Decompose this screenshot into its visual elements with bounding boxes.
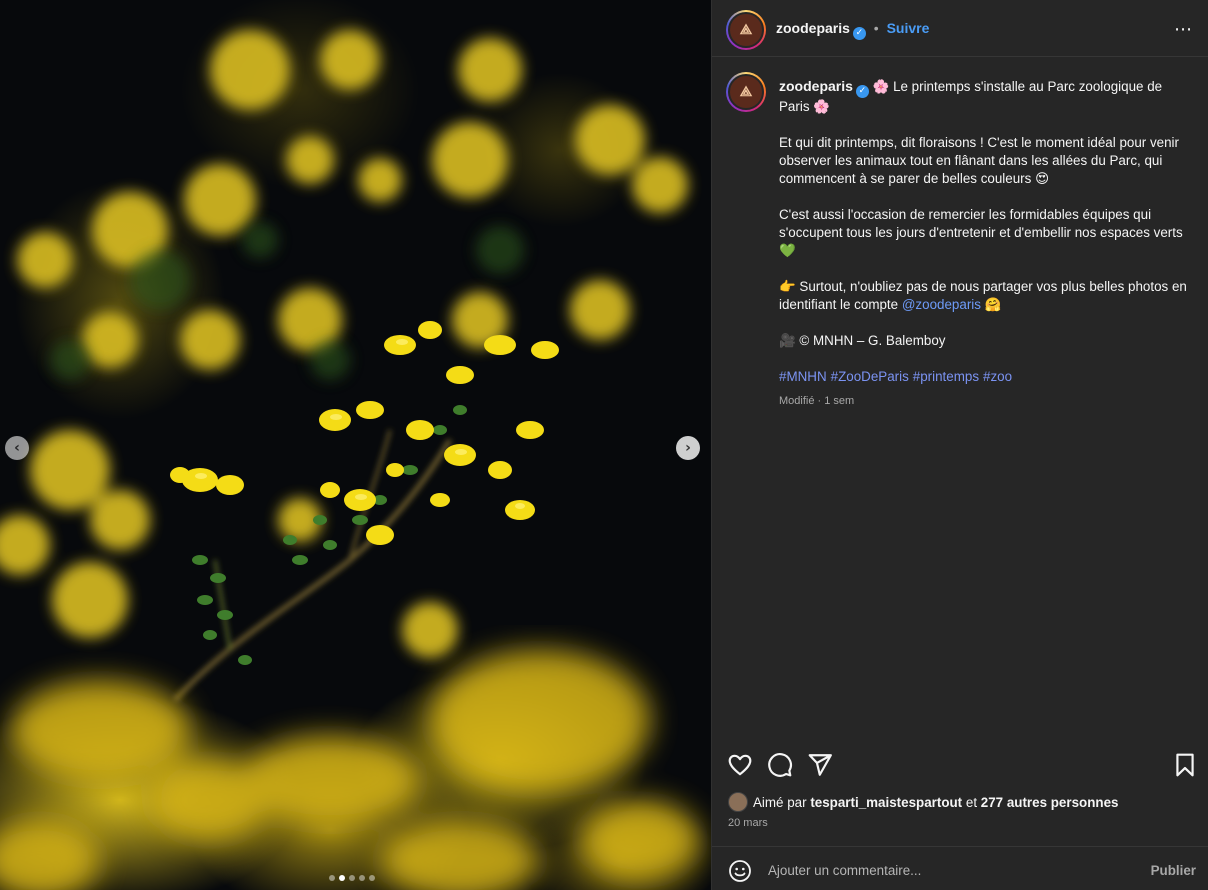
bookmark-icon[interactable]	[1172, 752, 1198, 778]
likes-prefix: Aimé par	[753, 794, 807, 810]
comment-bubble-icon[interactable]	[767, 752, 793, 778]
hugging-emoji: 🤗	[984, 296, 1002, 312]
caption-author-avatar[interactable]: ⟁	[726, 72, 766, 112]
author-avatar[interactable]: ⟁	[726, 10, 766, 50]
follow-button[interactable]: Suivre	[887, 20, 930, 36]
separator-dot: •	[873, 20, 879, 36]
carousel-dot-active	[339, 875, 345, 881]
caption-section: ⟁ zoodeparis ✓ 🌸 Le printemps s'installe …	[712, 58, 1208, 738]
likes-summary: Aimé par tesparti_maistespartout et 277 …	[728, 792, 1118, 812]
caption-author-username[interactable]: zoodeparis	[779, 78, 853, 94]
next-image-button[interactable]: ›	[676, 436, 700, 460]
author-username[interactable]: zoodeparis	[776, 20, 850, 36]
carousel-indicator	[329, 875, 375, 881]
post-media[interactable]: ‹ ›	[0, 0, 711, 890]
chevron-left-icon: ‹	[14, 440, 20, 456]
chevron-right-icon: ›	[685, 440, 691, 456]
verified-badge-icon: ✓	[852, 26, 866, 40]
hashtag-link[interactable]: #zoo	[983, 369, 1012, 384]
zoo-logo-icon: ⟁	[728, 74, 764, 110]
heart-icon[interactable]	[727, 752, 753, 778]
caption-paragraph-2: Et qui dit printemps, dit floraisons ! C…	[779, 134, 1179, 186]
paper-plane-icon[interactable]	[807, 752, 833, 778]
hashtag-link[interactable]: #ZooDeParis	[831, 369, 909, 384]
verified-badge-icon: ✓	[855, 84, 869, 98]
green-heart-emoji: 💚	[779, 242, 796, 258]
post-viewer: ‹ › ⟁ zoodeparis ✓ • Suivre ⋯ ⟁ zoodepar…	[0, 0, 1208, 890]
post-side-panel: ⟁ zoodeparis ✓ • Suivre ⋯ ⟁ zoodeparis ✓ 🌸…	[711, 0, 1208, 890]
flower-emoji: 🌸	[872, 79, 890, 94]
heart-eyes-emoji: 😍	[1035, 170, 1050, 186]
carousel-dot	[369, 875, 375, 881]
comment-composer: Publier	[712, 846, 1208, 890]
carousel-dot	[349, 875, 355, 881]
mention-link[interactable]: @zoodeparis	[902, 297, 981, 312]
liker-username[interactable]: tesparti_maistespartout	[810, 795, 962, 810]
liker-avatar[interactable]	[728, 792, 748, 812]
flower-photo	[0, 30, 700, 890]
carousel-dot	[359, 875, 365, 881]
previous-image-button[interactable]: ‹	[5, 436, 29, 460]
edit-timestamp: Modifié · 1 sem	[779, 394, 855, 407]
caption-paragraph-3: C'est aussi l'occasion de remercier les …	[779, 206, 1183, 240]
more-options-icon[interactable]: ⋯	[1174, 19, 1193, 40]
pointing-hand-emoji: 👉	[779, 278, 796, 294]
hashtag-link[interactable]: #printemps	[913, 369, 979, 384]
zoo-logo-icon: ⟁	[728, 12, 764, 48]
hashtag-link[interactable]: #MNHN	[779, 369, 827, 384]
photo-credit: © MNHN – G. Balemboy	[799, 332, 946, 348]
flower-emoji: 🌸	[813, 98, 830, 114]
smiley-icon[interactable]	[728, 859, 752, 883]
others-likes-link[interactable]: 277 autres personnes	[981, 795, 1119, 810]
post-header: ⟁ zoodeparis ✓ • Suivre ⋯	[712, 0, 1208, 57]
caption-paragraph-4: Surtout, n'oubliez pas de nous partager …	[779, 278, 1187, 312]
camera-emoji: 🎥	[779, 332, 796, 348]
post-caption: zoodeparis ✓ 🌸 Le printemps s'installe au…	[779, 77, 1189, 410]
action-bar	[712, 748, 1208, 782]
comment-input[interactable]	[768, 859, 1138, 881]
post-date: 20 mars	[728, 817, 768, 829]
carousel-dot	[329, 875, 335, 881]
likes-middle: et	[965, 794, 978, 810]
hashtags: #MNHN #ZooDeParis #printemps #zoo	[779, 368, 1189, 386]
author-row: zoodeparis ✓ • Suivre	[776, 20, 929, 40]
publish-button[interactable]: Publier	[1151, 863, 1196, 878]
